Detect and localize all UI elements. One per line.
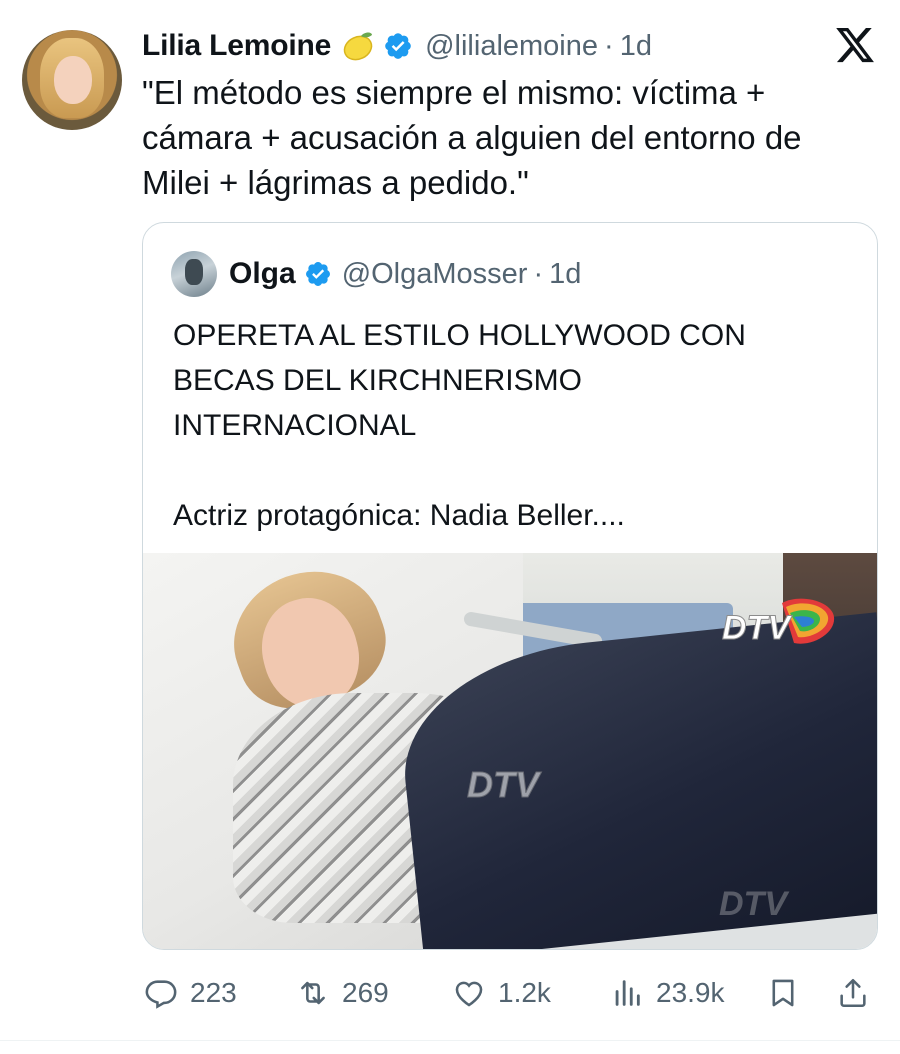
header-separator: ·	[604, 29, 614, 62]
svg-text:DTV: DTV	[467, 764, 542, 805]
svg-text:DTV: DTV	[722, 609, 793, 647]
repost-count: 269	[342, 977, 389, 1008]
tweet-time[interactable]: 1d	[620, 30, 652, 63]
action-bar: 223 269 1.2k 23.9k	[144, 966, 879, 1020]
quoted-media-image[interactable]: DTV DTV DTV	[143, 553, 877, 949]
lemon-emoji-icon	[343, 32, 373, 61]
avatar-face	[54, 56, 92, 104]
views-count: 23.9k	[656, 977, 725, 1008]
author-avatar[interactable]	[22, 30, 122, 130]
tweet-text: "El método es siempre el mismo: víctima …	[142, 74, 802, 201]
share-button[interactable]	[836, 966, 870, 1020]
repost-button[interactable]: 269	[296, 966, 389, 1020]
divider	[0, 1040, 900, 1041]
quoted-separator: ·	[533, 257, 544, 290]
quoted-author-name[interactable]: Olga	[229, 257, 296, 291]
quoted-text: OPERETA AL ESTILO HOLLYWOOD CON BECAS DE…	[173, 319, 746, 532]
x-logo-icon	[836, 27, 874, 63]
repost-icon	[301, 981, 325, 1005]
reply-button[interactable]: 223	[144, 966, 237, 1020]
views-button[interactable]: 23.9k	[610, 966, 725, 1020]
dtv-watermark-faded: DTV	[719, 885, 790, 923]
quoted-author-handle[interactable]: @OlgaMosser	[342, 258, 528, 291]
tweet-card: Lilia Lemoine @lilialemoine · 1d "El mét…	[0, 0, 900, 1054]
author-handle[interactable]: @lilialemoine	[425, 30, 598, 63]
svg-text:DTV: DTV	[719, 885, 790, 923]
reply-count: 223	[190, 977, 237, 1008]
author-name[interactable]: Lilia Lemoine	[142, 29, 331, 63]
quoted-header: Olga @OlgaMosser · 1d	[171, 249, 581, 299]
share-icon	[840, 978, 866, 1008]
verified-badge-icon	[305, 262, 330, 286]
quoted-time[interactable]: 1d	[549, 258, 581, 291]
like-count: 1.2k	[498, 977, 551, 1008]
dtv-watermark-faded: DTV	[467, 764, 543, 806]
quoted-tweet[interactable]: Olga @OlgaMosser · 1d OPERETA AL ESTILO …	[142, 222, 878, 950]
tweet-header: Lilia Lemoine @lilialemoine · 1d	[142, 24, 652, 68]
like-button[interactable]: 1.2k	[452, 966, 551, 1020]
bookmark-button[interactable]	[766, 966, 800, 1020]
like-icon	[455, 981, 483, 1007]
quoted-avatar[interactable]	[171, 251, 217, 297]
reply-icon	[145, 980, 177, 1009]
bookmark-icon	[772, 979, 794, 1007]
views-icon	[615, 980, 640, 1006]
verified-badge-icon	[385, 33, 411, 59]
dtv-watermark-logo: DTV	[722, 598, 835, 648]
